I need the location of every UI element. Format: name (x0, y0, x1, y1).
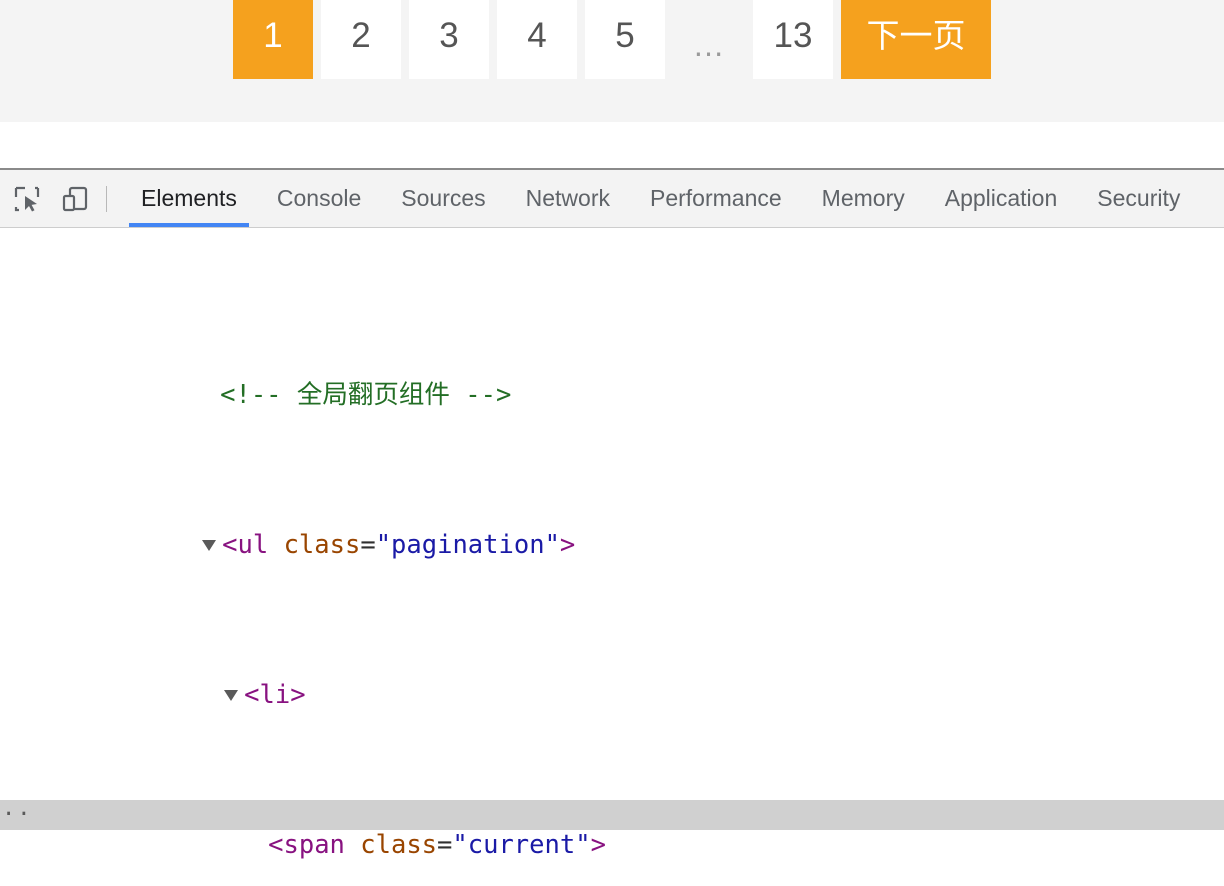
dom-node-li-open-1[interactable]: <li> (0, 650, 1224, 710)
span-class-attr-name: class (360, 830, 438, 860)
chevron-down-icon[interactable] (224, 690, 239, 701)
ul-class-attr-name: class (283, 530, 361, 560)
pagination-page-2[interactable]: 2 (321, 0, 401, 79)
html-comment-text: <!-- 全局翻页组件 --> (220, 380, 512, 410)
inspect-element-icon[interactable] (6, 178, 48, 220)
devtools-toolbar: Elements Console Sources Network Perform… (0, 170, 1224, 228)
ul-tag-name: ul (237, 530, 269, 560)
selected-node-marker: ·· (2, 802, 33, 827)
tab-security[interactable]: Security (1077, 170, 1200, 227)
ul-class-attr-value: "pagination" (375, 530, 560, 560)
pagination-page-4[interactable]: 4 (497, 0, 577, 79)
toolbar-divider (106, 185, 107, 212)
li-tag-name: li (259, 680, 291, 710)
span-tag-name: span (283, 830, 345, 860)
viewport-devtools-gap (0, 122, 1224, 168)
tab-memory[interactable]: Memory (802, 170, 925, 227)
webpage-viewport: 1 2 3 4 5 … 13 下一页 (0, 0, 1224, 122)
pagination-next-button[interactable]: 下一页 (841, 0, 991, 79)
pagination-component: 1 2 3 4 5 … 13 下一页 (0, 0, 1224, 85)
tab-sources[interactable]: Sources (381, 170, 505, 227)
pagination-page-1[interactable]: 1 (233, 0, 313, 79)
dom-node-comment[interactable]: <!-- 全局翻页组件 --> (0, 350, 1224, 410)
tab-console[interactable]: Console (257, 170, 381, 227)
pagination-ellipsis: … (692, 27, 726, 63)
pagination-page-13[interactable]: 13 (753, 0, 833, 79)
dom-node-span-open-selected[interactable]: ·· <span class="current"> (0, 800, 1224, 860)
tab-elements[interactable]: Elements (121, 170, 257, 227)
chevron-down-icon[interactable] (202, 540, 217, 551)
device-toolbar-icon[interactable] (54, 178, 96, 220)
devtools-tab-bar: Elements Console Sources Network Perform… (121, 170, 1200, 227)
devtools-panel: Elements Console Sources Network Perform… (0, 170, 1224, 886)
tab-application[interactable]: Application (925, 170, 1078, 227)
tab-performance[interactable]: Performance (630, 170, 802, 227)
dom-node-ul-open[interactable]: <ul class="pagination"> (0, 500, 1224, 560)
pagination-page-5[interactable]: 5 (585, 0, 665, 79)
tab-network[interactable]: Network (506, 170, 630, 227)
pagination-page-3[interactable]: 3 (409, 0, 489, 79)
span-class-attr-value: "current" (452, 830, 591, 860)
dom-tree[interactable]: <!-- 全局翻页组件 --> <ul class="pagination"> … (0, 228, 1224, 885)
